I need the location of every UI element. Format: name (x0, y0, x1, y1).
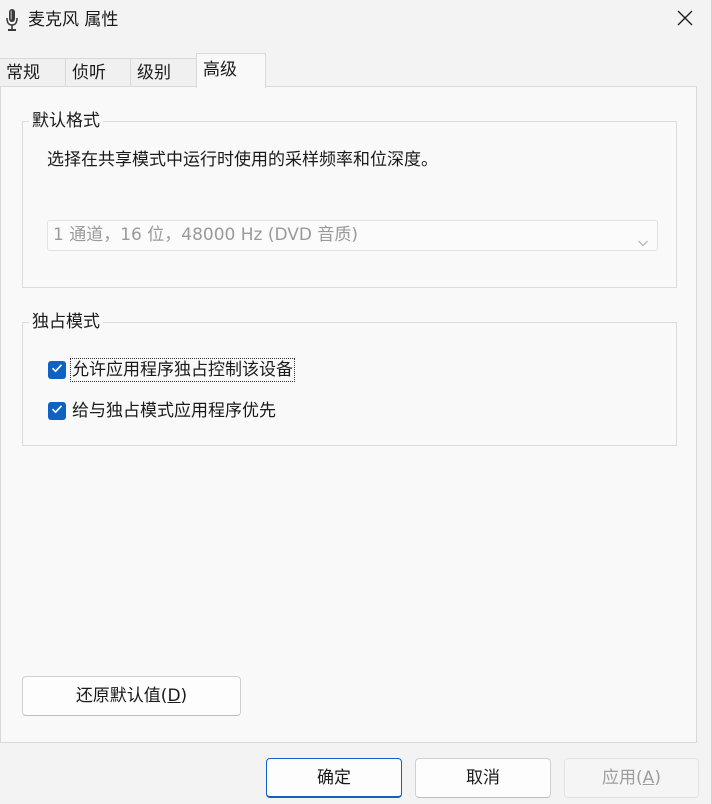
checkbox-checked[interactable] (48, 361, 66, 379)
apply-label: 应用( (602, 768, 643, 788)
exclusive-priority-checkbox[interactable]: 给与独占模式应用程序优先 (48, 399, 277, 423)
restore-defaults-mnemonic: D (167, 686, 181, 706)
tab-panel-advanced: 默认格式 选择在共享模式中运行时使用的采样频率和位深度。 1 通道，16 位，4… (0, 86, 697, 743)
checkbox-checked[interactable] (48, 402, 66, 420)
exclusive-mode-group: 独占模式 允许应用程序独占控制该设备 给与独占模式应用程序优先 (22, 309, 677, 446)
tab-general[interactable]: 常规 (0, 58, 66, 87)
ok-button[interactable]: 确定 (266, 758, 402, 798)
exclusive-priority-label[interactable]: 给与独占模式应用程序优先 (71, 400, 277, 422)
properties-dialog: 麦克风 属性 常规 侦听 级别 高级 默认格式 选择在共享模式中运行时使用的采样… (0, 0, 712, 804)
window-title: 麦克风 属性 (28, 10, 119, 30)
allow-exclusive-control-label[interactable]: 允许应用程序独占控制该设备 (70, 358, 295, 382)
apply-label-end: ) (654, 768, 661, 788)
title-bar: 麦克风 属性 (0, 0, 712, 40)
exclusive-mode-legend: 独占模式 (29, 309, 103, 335)
default-format-description: 选择在共享模式中运行时使用的采样频率和位深度。 (47, 150, 438, 170)
checkmark-icon (50, 360, 64, 380)
checkmark-icon (50, 401, 64, 421)
close-icon (677, 10, 693, 31)
tab-listen[interactable]: 侦听 (65, 58, 131, 87)
allow-exclusive-control-checkbox[interactable]: 允许应用程序独占控制该设备 (48, 358, 295, 382)
close-button[interactable] (668, 4, 702, 36)
cancel-button[interactable]: 取消 (415, 758, 551, 798)
restore-defaults-label-end: ) (180, 686, 188, 706)
chevron-down-icon (637, 230, 649, 247)
format-dropdown-value: 1 通道，16 位，48000 Hz (DVD 音质) (53, 225, 359, 245)
format-dropdown: 1 通道，16 位，48000 Hz (DVD 音质) (47, 220, 658, 251)
apply-mnemonic: A (642, 768, 655, 788)
tab-advanced[interactable]: 高级 (196, 53, 266, 88)
restore-defaults-label: 还原默认值( (75, 686, 168, 706)
tab-levels[interactable]: 级别 (130, 58, 197, 87)
restore-defaults-button[interactable]: 还原默认值(D) (22, 676, 241, 716)
microphone-icon (6, 8, 18, 32)
apply-button[interactable]: 应用(A) (564, 758, 699, 798)
default-format-legend: 默认格式 (29, 108, 103, 134)
default-format-group: 默认格式 选择在共享模式中运行时使用的采样频率和位深度。 1 通道，16 位，4… (22, 108, 677, 288)
